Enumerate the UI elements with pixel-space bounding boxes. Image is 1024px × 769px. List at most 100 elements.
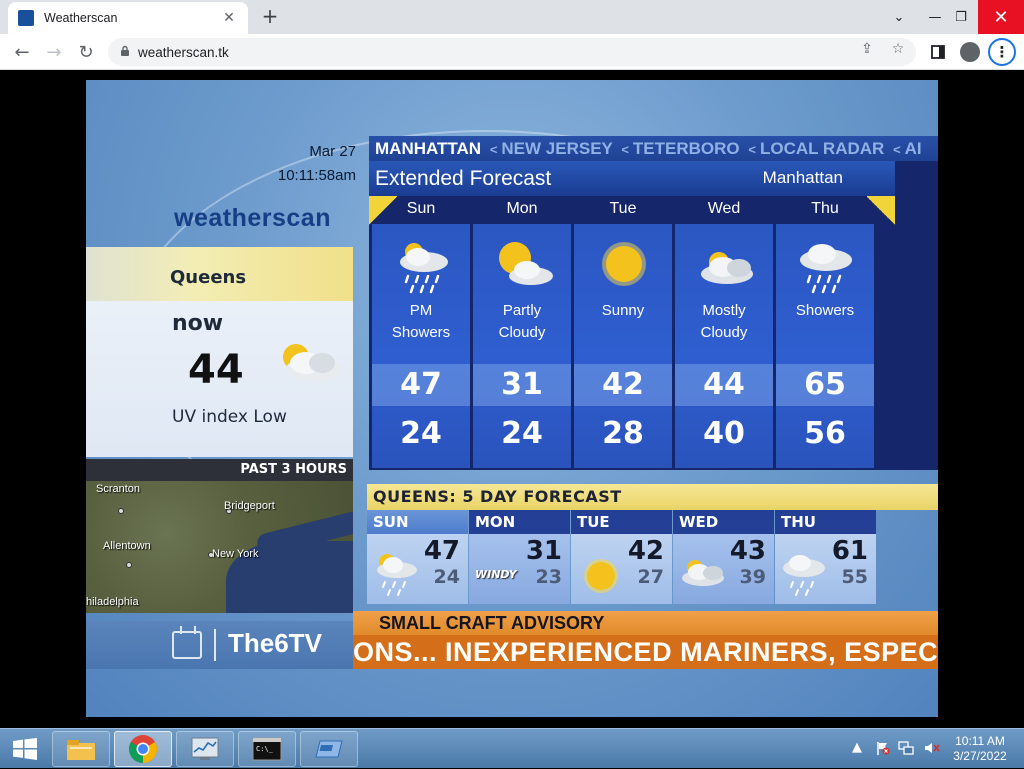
breadcrumb-new-jersey: NEW JERSEY [501, 139, 613, 158]
five-day-header: QUEENS: 5 DAY FORECAST [367, 484, 938, 510]
breadcrumb-manhattan: MANHATTAN [375, 139, 482, 158]
sunny-icon [584, 559, 618, 593]
partly-cloudy-icon [283, 344, 342, 381]
partly-cloudy-icon [499, 242, 553, 285]
side-panel-icon[interactable] [924, 38, 952, 66]
browser-menu-icon[interactable]: ⋮ [988, 38, 1016, 66]
restore-button[interactable]: ❐ [944, 0, 978, 34]
low-temp: 55 [841, 566, 868, 588]
low-temp: 23 [535, 566, 562, 588]
mostly-cloudy-icon [701, 252, 753, 284]
five-day-sun: SUN 47 24 [367, 510, 468, 604]
tab-search-icon[interactable]: ⌄ [882, 0, 916, 34]
advisory-crawl: ONS... INEXPERIENCED MARINERS, ESPEC [353, 637, 938, 667]
volume-muted-icon[interactable] [924, 741, 940, 759]
advisory-title: SMALL CRAFT ADVISORY [353, 611, 938, 635]
map-label-philadelphia: hiladelphia [86, 596, 139, 608]
map-label-scranton: Scranton [96, 483, 141, 495]
browser-toolbar: ← → ↻ weatherscan.tk ⇪ ☆ ⋮ [0, 34, 1024, 70]
share-icon[interactable]: ⇪ [858, 40, 876, 58]
forecast-day-sun: Sun PM Showers 47 24 [372, 196, 470, 468]
showers-icon [800, 244, 852, 294]
forecast-day-thu: Thu Showers 65 56 [776, 196, 874, 468]
low-temp: 24 [501, 416, 543, 451]
five-day-tue: TUE 42 27 [571, 510, 672, 604]
url-text: weatherscan.tk [138, 44, 229, 60]
low-temp: 24 [400, 416, 442, 451]
tab-weatherscan[interactable]: Weatherscan ✕ [8, 2, 248, 34]
five-day-wed: WED 43 39 [673, 510, 774, 604]
breadcrumb-local-radar: LOCAL RADAR [759, 139, 885, 158]
forecast-day-tue: Tue Sunny 42 28 [574, 196, 672, 468]
tab-title: Weatherscan [44, 11, 118, 25]
windows-taskbar: C:\_ ▲ 10:11 AM 3/27/2022 [0, 728, 1024, 768]
low-temp: 39 [739, 566, 766, 588]
close-window-button[interactable]: ✕ [978, 0, 1024, 34]
action-center-flag-icon[interactable] [876, 741, 890, 759]
low-temp: 27 [637, 566, 664, 588]
command-prompt-icon[interactable]: C:\_ [238, 731, 296, 767]
five-day-forecast: QUEENS: 5 DAY FORECAST SUN 47 24 MON WIN… [367, 484, 938, 604]
file-explorer-icon[interactable] [52, 731, 110, 767]
remote-desktop-icon[interactable] [300, 731, 358, 767]
low-temp: 40 [703, 416, 745, 451]
showers-icon [377, 554, 417, 596]
reload-icon[interactable]: ↻ [72, 38, 100, 66]
location-breadcrumb: MANHATTAN < NEW JERSEY < TETERBORO < LOCAL … [369, 136, 938, 161]
tab-strip: Weatherscan ✕ + ⌄ — ❐ ✕ [0, 0, 1024, 34]
high-temp: 31 [473, 364, 571, 406]
svg-text:C:\_: C:\_ [256, 745, 274, 753]
chrome-icon[interactable] [114, 731, 172, 767]
high-temp: 61 [831, 536, 868, 566]
low-temp: 24 [433, 566, 460, 588]
brand-name: The6TV [228, 628, 322, 658]
five-day-mon: MON WINDY 31 23 [469, 510, 570, 604]
extended-forecast-location: Manhattan [762, 168, 843, 187]
high-temp: 44 [675, 364, 773, 406]
weatherscan-display: Mar 27 10:11:58am weatherscan Queens now… [86, 80, 938, 717]
high-temp: 43 [729, 536, 766, 566]
showers-icon [783, 555, 825, 596]
weatherscan-logo: weatherscan [174, 204, 331, 232]
extended-forecast-title: Extended Forecast [375, 167, 552, 190]
task-manager-icon[interactable] [176, 731, 234, 767]
bookmark-star-icon[interactable]: ☆ [889, 40, 907, 58]
back-arrow-icon[interactable]: ← [8, 38, 36, 66]
five-day-thu: THU 61 55 [775, 510, 876, 604]
now-label: now [172, 311, 224, 336]
tab-close-icon[interactable]: ✕ [220, 10, 238, 26]
start-button[interactable] [0, 729, 50, 769]
network-icon[interactable] [898, 741, 914, 759]
extended-forecast-panel: MANHATTAN < NEW JERSEY < TETERBORO < LOCAL … [369, 136, 938, 470]
date-time: Mar 27 10:11:58am [278, 140, 356, 188]
tray-expand-icon[interactable]: ▲ [852, 740, 862, 755]
forecast-day-wed: Wed Mostly Cloudy 44 40 [675, 196, 773, 468]
uv-index: UV index Low [172, 407, 287, 427]
brand-bar: The6TV [86, 621, 353, 669]
breadcrumb-next: AI [904, 139, 922, 158]
low-temp: 28 [602, 416, 644, 451]
address-bar[interactable]: weatherscan.tk [108, 38, 916, 66]
radar-map: Scranton Bridgeport Allentown New York h… [86, 481, 353, 613]
high-temp: 47 [372, 364, 470, 406]
forecast-day-mon: Mon Partly Cloudy 31 24 [473, 196, 571, 468]
current-temp: 44 [188, 347, 244, 393]
clock-time: 10:11 AM [955, 734, 1005, 748]
current-date: Mar 27 [309, 143, 356, 160]
system-clock[interactable]: 10:11 AM 3/27/2022 [942, 734, 1018, 764]
map-label-allentown: Allentown [103, 540, 151, 552]
clock-date: 3/27/2022 [953, 749, 1007, 763]
current-time: 10:11:58am [277, 167, 356, 184]
forward-arrow-icon[interactable]: → [40, 38, 68, 66]
current-city: Queens [86, 247, 353, 301]
windows-logo-icon [13, 738, 37, 760]
high-temp: 47 [423, 536, 460, 566]
new-tab-button[interactable]: + [258, 5, 282, 29]
current-conditions: Queens now 44 UV index Low [86, 247, 353, 457]
windy-icon: WINDY [475, 568, 517, 581]
map-label-new-york: New York [212, 548, 259, 560]
breadcrumb-teterboro: TETERBORO [632, 139, 740, 158]
showers-icon [400, 243, 448, 294]
tv-icon [172, 631, 202, 659]
profile-avatar-icon[interactable] [956, 38, 984, 66]
